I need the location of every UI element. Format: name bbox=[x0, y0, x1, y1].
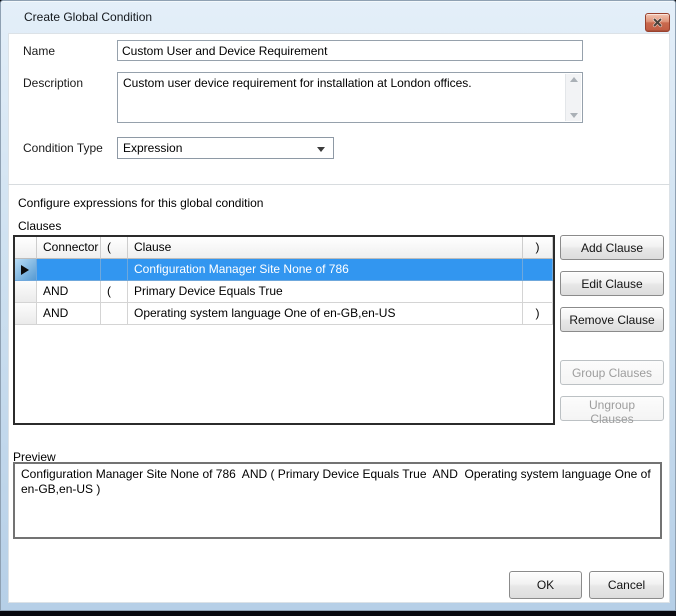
open-paren-cell bbox=[101, 303, 128, 325]
connector-cell bbox=[37, 259, 101, 281]
create-global-condition-dialog: Create Global Condition Name Description… bbox=[0, 0, 676, 611]
connector-cell: AND bbox=[37, 281, 101, 303]
scroll-down-icon[interactable] bbox=[570, 113, 578, 118]
ungroup-clauses-button[interactable]: Ungroup Clauses bbox=[560, 396, 664, 421]
close-paren-cell bbox=[523, 281, 553, 303]
group-clauses-button[interactable]: Group Clauses bbox=[560, 360, 664, 385]
open-paren-cell bbox=[101, 259, 128, 281]
row-selector-cell[interactable] bbox=[15, 281, 37, 303]
scroll-up-icon[interactable] bbox=[570, 77, 578, 82]
column-header-close-paren: ) bbox=[523, 237, 553, 259]
clauses-table[interactable]: Connector ( Clause ) Configuration Manag… bbox=[13, 235, 555, 425]
clause-row[interactable]: Configuration Manager Site None of 786 bbox=[15, 259, 553, 281]
close-paren-cell: ) bbox=[523, 303, 553, 325]
clauses-header-row: Connector ( Clause ) bbox=[15, 237, 553, 259]
close-paren-cell bbox=[523, 259, 553, 281]
name-input[interactable] bbox=[117, 40, 583, 61]
description-label: Description bbox=[23, 76, 83, 90]
titlebar[interactable]: Create Global Condition bbox=[2, 1, 674, 32]
row-selector-cell[interactable] bbox=[15, 259, 37, 281]
clauses-label: Clauses bbox=[18, 219, 61, 233]
condition-type-select[interactable]: Expression bbox=[117, 137, 334, 159]
connector-cell: AND bbox=[37, 303, 101, 325]
clause-cell: Configuration Manager Site None of 786 bbox=[128, 259, 523, 281]
section-divider bbox=[8, 184, 670, 185]
column-header-open-paren: ( bbox=[101, 237, 128, 259]
dialog-client-area: Name Description Custom user device requ… bbox=[8, 33, 670, 603]
clause-cell: Primary Device Equals True bbox=[128, 281, 523, 303]
name-label: Name bbox=[23, 44, 55, 58]
cancel-button[interactable]: Cancel bbox=[589, 571, 664, 599]
description-field[interactable]: Custom user device requirement for insta… bbox=[117, 72, 583, 123]
preview-textbox[interactable]: Configuration Manager Site None of 786 A… bbox=[13, 462, 662, 539]
description-text: Custom user device requirement for insta… bbox=[123, 76, 560, 91]
screen-background: Create Global Condition Name Description… bbox=[0, 0, 676, 616]
condition-type-value: Expression bbox=[123, 141, 182, 155]
column-header-connector: Connector bbox=[37, 237, 101, 259]
description-scrollbar[interactable] bbox=[565, 74, 581, 121]
clause-row[interactable]: AND Operating system language One of en-… bbox=[15, 303, 553, 325]
ok-button[interactable]: OK bbox=[509, 571, 582, 599]
clause-row[interactable]: AND ( Primary Device Equals True bbox=[15, 281, 553, 303]
column-header-selector bbox=[15, 237, 37, 259]
edit-clause-button[interactable]: Edit Clause bbox=[560, 271, 664, 296]
open-paren-cell: ( bbox=[101, 281, 128, 303]
section-heading: Configure expressions for this global co… bbox=[18, 196, 263, 210]
close-button[interactable] bbox=[645, 13, 670, 32]
window-title: Create Global Condition bbox=[2, 10, 152, 24]
clause-cell: Operating system language One of en-GB,e… bbox=[128, 303, 523, 325]
chevron-down-icon bbox=[317, 147, 325, 152]
close-icon bbox=[652, 17, 663, 28]
remove-clause-button[interactable]: Remove Clause bbox=[560, 307, 664, 332]
current-row-arrow-icon bbox=[21, 265, 29, 275]
column-header-clause: Clause bbox=[128, 237, 523, 259]
add-clause-button[interactable]: Add Clause bbox=[560, 235, 664, 260]
preview-text: Configuration Manager Site None of 786 A… bbox=[15, 464, 660, 500]
condition-type-label: Condition Type bbox=[23, 141, 103, 155]
row-selector-cell[interactable] bbox=[15, 303, 37, 325]
